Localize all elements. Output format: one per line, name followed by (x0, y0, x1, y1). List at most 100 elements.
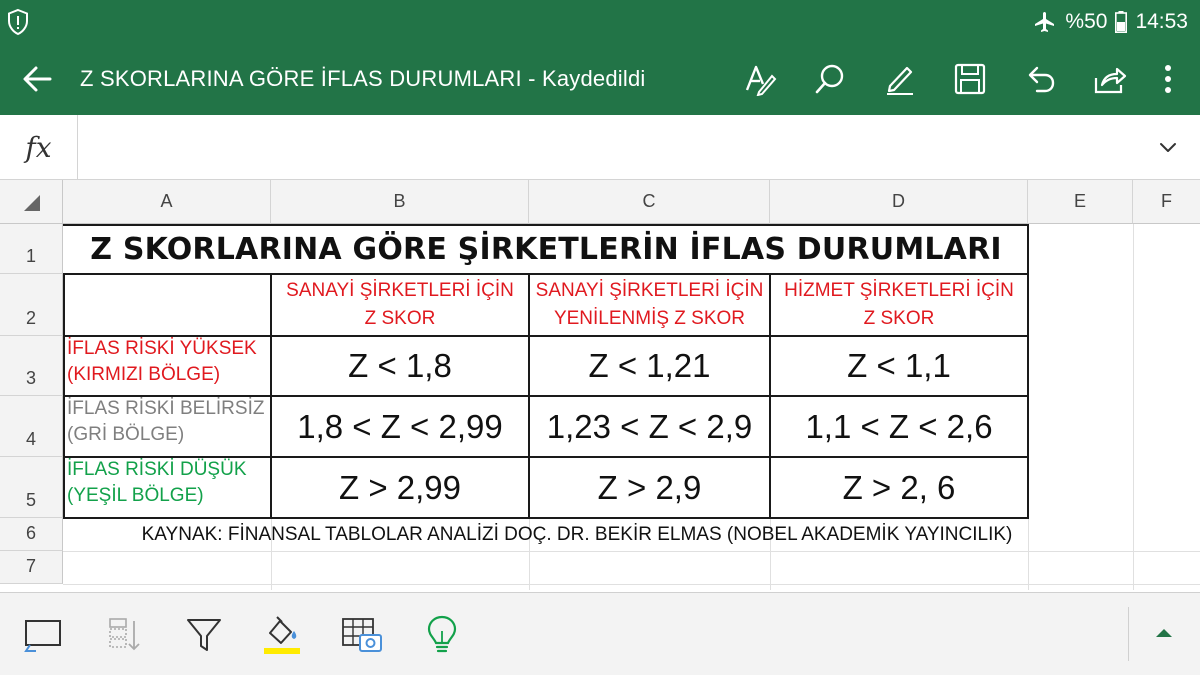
row-header-5[interactable]: 5 (0, 457, 63, 518)
label-line-1: İFLAS RİSKİ YÜKSEK (67, 338, 257, 359)
text-format-button[interactable] (738, 58, 782, 100)
header-line-2: Z SKOR (863, 308, 935, 329)
column-header-f[interactable]: F (1133, 180, 1200, 224)
value-b3[interactable]: Z < 1,8 (271, 336, 529, 396)
value-b4[interactable]: 1,8 < Z < 2,99 (271, 396, 529, 457)
insert-table-photo-button[interactable] (338, 613, 386, 657)
column-header-c[interactable]: C (529, 180, 770, 224)
expand-up-icon[interactable] (1150, 623, 1178, 643)
header-line-1: SANAYİ ŞİRKETLERİ İÇİN (286, 280, 514, 301)
fill-color-button[interactable] (258, 613, 306, 657)
header-line-1: HİZMET ŞİRKETLERİ İÇİN (784, 280, 1014, 301)
column-header-b[interactable]: B (271, 180, 529, 224)
select-all-triangle-icon (24, 195, 40, 211)
back-arrow-icon[interactable] (18, 61, 58, 97)
table-border (63, 395, 1029, 397)
battery-icon (1115, 11, 1128, 33)
save-icon (954, 63, 986, 95)
header-sanayi-revised-z[interactable]: SANAYİ ŞİRKETLERİ İÇİN YENİLENMİŞ Z SKOR (529, 274, 770, 336)
alert-shield-icon (8, 8, 28, 36)
bottom-toolbar (0, 592, 1200, 675)
select-all-corner[interactable] (0, 180, 63, 224)
label-line-1: İFLAS RİSKİ BELİRSİZ (67, 398, 265, 419)
row-header-3[interactable]: 3 (0, 336, 63, 396)
table-border (1027, 224, 1029, 519)
label-line-2: (GRİ BÖLGE) (67, 424, 185, 445)
table-border (63, 273, 65, 519)
cell-a2[interactable] (63, 274, 271, 336)
column-header-a[interactable]: A (63, 180, 271, 224)
column-header-e[interactable]: E (1028, 180, 1133, 224)
table-border (769, 273, 771, 519)
header-sanayi-z[interactable]: SANAYİ ŞİRKETLERİ İÇİN Z SKOR (271, 274, 529, 336)
value-d4[interactable]: 1,1 < Z < 2,6 (770, 396, 1028, 457)
pen-draw-icon (887, 66, 913, 95)
save-button[interactable] (948, 58, 992, 100)
table-title[interactable]: Z SKORLARINA GÖRE ŞİRKETLERİN İFLAS DURU… (63, 224, 1029, 274)
value-c5[interactable]: Z > 2,9 (529, 457, 770, 518)
formula-bar: fx (0, 115, 1200, 180)
filter-icon (187, 619, 221, 651)
header-line-2: Z SKOR (364, 308, 436, 329)
source-note[interactable]: KAYNAK: FİNANSAL TABLOLAR ANALİZİ DOÇ. D… (63, 519, 1091, 551)
table-border (63, 273, 1029, 275)
app-bar: Z SKORLARINA GÖRE İFLAS DURUMLARI - Kayd… (0, 44, 1200, 115)
undo-icon (1028, 66, 1055, 93)
ideas-button[interactable] (418, 613, 466, 657)
table-border (528, 273, 530, 519)
battery-percent: %50 (1065, 10, 1108, 33)
undo-button[interactable] (1018, 58, 1062, 100)
draw-button[interactable] (878, 58, 922, 100)
risk-label-low[interactable]: İFLAS RİSKİ DÜŞÜK (YEŞİL BÖLGE) (63, 457, 271, 518)
value-c4[interactable]: 1,23 < Z < 2,9 (529, 396, 770, 457)
select-all-icon (24, 620, 61, 652)
lightbulb-ideas-icon (427, 615, 457, 653)
risk-label-uncertain[interactable]: İFLAS RİSKİ BELİRSİZ (GRİ BÖLGE) (63, 396, 271, 457)
value-d3[interactable]: Z < 1,1 (770, 336, 1028, 396)
header-line-1: SANAYİ ŞİRKETLERİ İÇİN (535, 280, 764, 301)
row-header-1[interactable]: 1 (0, 224, 63, 274)
search-button[interactable] (808, 58, 852, 100)
function-icon[interactable]: fx (0, 115, 78, 179)
filter-button[interactable] (180, 613, 228, 657)
row-header-7[interactable]: 7 (0, 551, 63, 584)
share-button[interactable] (1088, 58, 1132, 100)
status-bar: %50 14:53 (0, 0, 1200, 44)
label-line-2: (YEŞİL BÖLGE) (67, 485, 204, 506)
value-d5[interactable]: Z > 2, 6 (770, 457, 1028, 518)
label-line-2: (KIRMIZI BÖLGE) (67, 364, 221, 385)
text-format-icon (745, 65, 777, 96)
value-c3[interactable]: Z < 1,21 (529, 336, 770, 396)
column-header-d[interactable]: D (770, 180, 1028, 224)
sort-button[interactable] (100, 613, 148, 657)
gridline (63, 551, 1200, 552)
airplane-mode-icon (1035, 12, 1055, 32)
more-options-button[interactable] (1158, 58, 1178, 100)
row-header-2[interactable]: 2 (0, 274, 63, 336)
sort-icon (109, 618, 140, 651)
risk-label-high[interactable]: İFLAS RİSKİ YÜKSEK (KIRMIZI BÖLGE) (63, 336, 271, 396)
header-hizmet-z[interactable]: HİZMET ŞİRKETLERİ İÇİN Z SKOR (770, 274, 1028, 336)
search-icon (815, 64, 844, 94)
table-border (270, 273, 272, 519)
chevron-down-icon[interactable] (1156, 135, 1180, 159)
table-border (63, 335, 1029, 337)
spreadsheet-grid[interactable]: A B C D E F 1 2 3 4 5 6 7 Z SKORLARINA G… (0, 180, 1200, 590)
select-all-button[interactable] (20, 613, 68, 657)
value-b5[interactable]: Z > 2,99 (271, 457, 529, 518)
more-options-icon (1165, 65, 1171, 93)
formula-input[interactable] (80, 115, 1140, 179)
insert-table-photo-icon (342, 618, 382, 652)
row-header-4[interactable]: 4 (0, 396, 63, 457)
table-border (63, 224, 1029, 226)
row-header-6[interactable]: 6 (0, 518, 63, 551)
table-border (63, 456, 1029, 458)
label-line-1: İFLAS RİSKİ DÜŞÜK (67, 459, 247, 480)
gridline (1133, 224, 1134, 590)
toolbar-divider (1128, 607, 1129, 661)
document-title: Z SKORLARINA GÖRE İFLAS DURUMLARI - Kayd… (80, 66, 646, 91)
gridline (63, 584, 1200, 585)
header-line-2: YENİLENMİŞ Z SKOR (553, 308, 746, 329)
fill-color-icon (264, 616, 300, 654)
clock: 14:53 (1135, 10, 1188, 33)
